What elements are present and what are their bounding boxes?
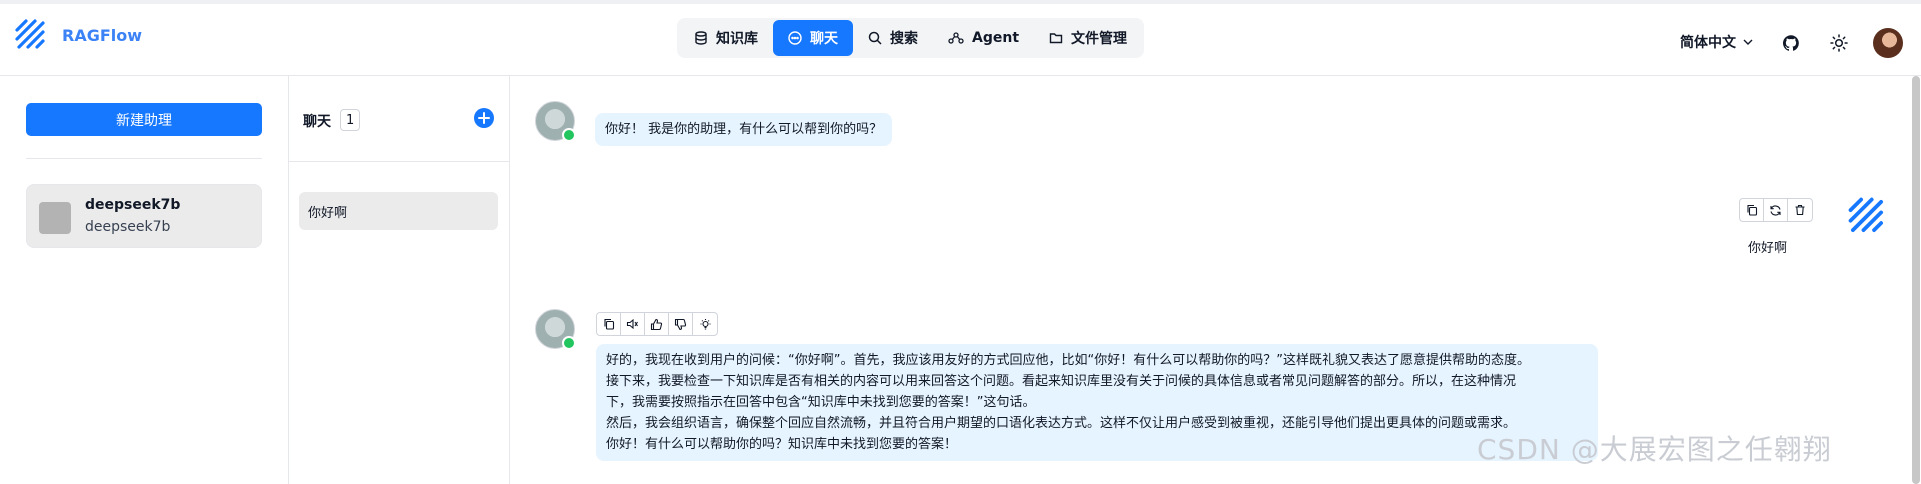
copy-button[interactable] — [1740, 199, 1764, 221]
answer-line: 好的，我现在收到用户的问候：“你好啊”。首先，我应该用友好的方式回应他，比如“你… — [606, 353, 1530, 368]
language-label: 简体中文 — [1680, 35, 1736, 51]
copy-button[interactable] — [597, 313, 621, 335]
conversation-count-badge: 1 — [340, 109, 361, 131]
github-icon — [1783, 35, 1799, 51]
nav-chat[interactable]: 聊天 — [773, 20, 853, 56]
assistant-avatar — [39, 202, 71, 234]
delete-button[interactable] — [1788, 199, 1812, 221]
regenerate-button[interactable] — [1764, 199, 1788, 221]
assistant-panel: 新建助理 deepseek7b deepseek7b — [0, 76, 289, 484]
assistant-card[interactable]: deepseek7b deepseek7b — [26, 184, 262, 248]
user-message-avatar-icon — [1848, 197, 1883, 232]
nav-label: 搜索 — [890, 31, 918, 47]
user-message-text: 你好啊 — [1748, 241, 1788, 256]
chat-scrollbar[interactable] — [1912, 76, 1920, 484]
refresh-icon — [1770, 204, 1781, 216]
assistant-greeting-bubble: 你好！ 我是你的助理，有什么可以帮到你的吗？ — [595, 113, 893, 146]
watermark: CSDN @大展宏图之任翱翔 — [1477, 433, 1832, 466]
sun-icon — [1830, 34, 1848, 52]
trash-icon — [1795, 204, 1805, 216]
like-button[interactable] — [645, 313, 669, 335]
read-aloud-button[interactable] — [621, 313, 645, 335]
nav-label: 聊天 — [810, 31, 838, 47]
nav-agent[interactable]: Agent — [933, 20, 1034, 56]
thumbs-up-icon — [650, 318, 663, 330]
conversation-item[interactable]: 你好啊 — [299, 192, 498, 230]
folder-icon — [1049, 33, 1063, 44]
chat-area: 你好！ 我是你的助理，有什么可以帮到你的吗？ 你好啊 好的，我现在收到用户的问候… — [510, 76, 1921, 484]
assistant-message-avatar — [535, 101, 576, 142]
answer-line: 下，我需要按照指示在回答中包含“知识库中未找到您要的答案！”这句话。 — [606, 395, 1036, 410]
app-name: RAGFlow — [62, 25, 143, 45]
main-nav: 知识库 聊天 搜索 Agent 文件管理 — [677, 18, 1145, 58]
answer-line: 接下来，我要检查一下知识库是否有相关的内容可以用来回答这个问题。看起来知识库里没… — [606, 374, 1517, 389]
language-selector[interactable]: 简体中文 — [1680, 32, 1754, 52]
github-button[interactable] — [1776, 28, 1806, 58]
conversation-panel: 聊天 1 你好啊 — [289, 76, 510, 484]
nav-search[interactable]: 搜索 — [853, 20, 933, 56]
copy-icon — [603, 318, 614, 330]
thumbs-down-icon — [674, 318, 687, 330]
chat-icon — [788, 31, 802, 45]
assistant-description: deepseek7b — [85, 219, 171, 235]
answer-line: 你好！有什么可以帮助你的吗？知识库中未找到您要的答案！ — [606, 437, 958, 452]
nav-knowledge-base[interactable]: 知识库 — [679, 20, 773, 56]
nav-file-management[interactable]: 文件管理 — [1034, 20, 1142, 56]
app-logo[interactable]: RAGFlow — [14, 18, 142, 52]
assistant-answer-bubble: 好的，我现在收到用户的问候：“你好啊”。首先，我应该用友好的方式回应他，比如“你… — [596, 344, 1598, 461]
speaker-icon — [626, 318, 638, 330]
lightbulb-icon — [700, 318, 710, 330]
nav-label: 知识库 — [716, 31, 758, 47]
agent-icon — [948, 32, 964, 44]
add-conversation-icon[interactable] — [473, 107, 495, 129]
new-assistant-button[interactable]: 新建助理 — [26, 103, 262, 136]
theme-toggle-button[interactable] — [1824, 28, 1854, 58]
conversation-panel-title: 聊天 — [303, 114, 331, 130]
answer-line: 然后，我会组织语言，确保整个回应自然流畅，并且符合用户期望的口语化表达方式。这样… — [606, 416, 1517, 431]
database-icon — [695, 31, 707, 45]
user-message-toolbar — [1739, 198, 1813, 222]
copy-icon — [1746, 204, 1757, 216]
chevron-down-icon — [1743, 39, 1753, 45]
nav-label: 文件管理 — [1071, 31, 1128, 47]
nav-label: Agent — [972, 30, 1020, 46]
search-icon — [868, 31, 882, 45]
top-bar: RAGFlow 知识库 聊天 搜索 Agent 文件管理 简体中文 — [0, 0, 1921, 76]
user-avatar[interactable] — [1873, 28, 1903, 58]
divider — [26, 158, 262, 159]
prompt-button[interactable] — [693, 313, 717, 335]
divider — [289, 161, 509, 162]
dislike-button[interactable] — [669, 313, 693, 335]
assistant-message-toolbar — [596, 312, 718, 336]
assistant-name: deepseek7b — [85, 197, 181, 213]
assistant-message-avatar — [535, 309, 576, 350]
ragflow-logo-icon — [15, 19, 45, 49]
